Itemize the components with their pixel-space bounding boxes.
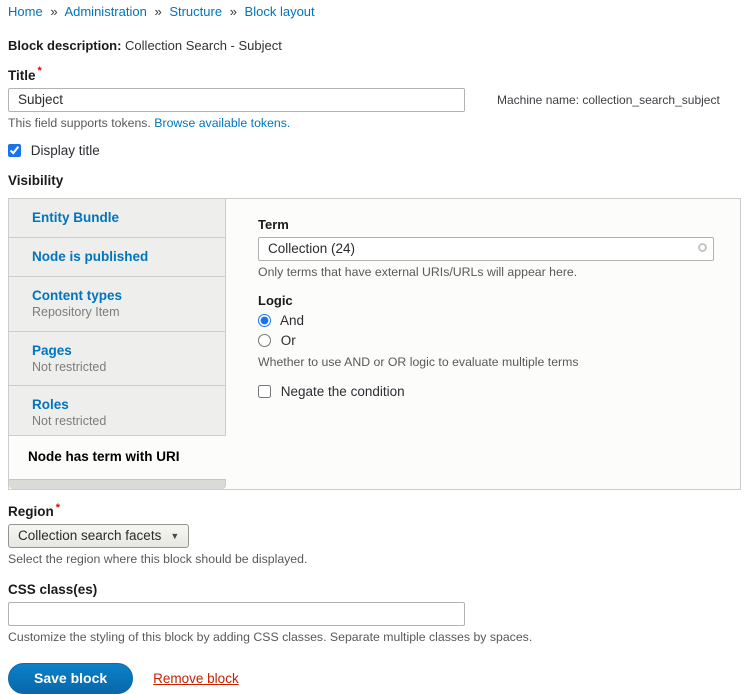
vertical-tabs-menu: Entity Bundle Node is published Content … — [9, 199, 226, 489]
css-classes-group: CSS class(es) Customize the styling of t… — [8, 582, 741, 644]
autocomplete-icon — [698, 243, 707, 252]
term-description: Only terms that have external URIs/URLs … — [258, 265, 714, 279]
region-select[interactable]: Collection search facets ▼ — [8, 524, 189, 548]
tab-summary: Not restricted — [32, 360, 211, 375]
title-input[interactable] — [8, 88, 465, 112]
region-description: Select the region where this block shoul… — [8, 552, 741, 566]
block-configure-page: Home » Administration » Structure » Bloc… — [0, 0, 745, 664]
block-description-value: Collection Search - Subject — [125, 38, 282, 53]
display-title-checkbox[interactable] — [8, 144, 21, 157]
region-select-value: Collection search facets — [18, 528, 161, 543]
required-asterisk: * — [56, 502, 60, 514]
css-classes-input[interactable] — [8, 602, 465, 626]
breadcrumb-separator: » — [230, 4, 237, 19]
visibility-tab-pane: Term Only terms that have external URIs/… — [226, 199, 740, 489]
display-title-label: Display title — [31, 143, 100, 158]
breadcrumb-link-home[interactable]: Home — [8, 4, 43, 19]
breadcrumb-link-structure[interactable]: Structure — [169, 4, 222, 19]
logic-label: Logic — [258, 293, 293, 308]
visibility-vertical-tabs: Entity Bundle Node is published Content … — [8, 198, 741, 490]
block-description-label: Block description: — [8, 38, 121, 53]
tab-content-types[interactable]: Content types Repository Item — [9, 277, 226, 332]
tab-entity-bundle[interactable]: Entity Bundle — [9, 199, 226, 238]
title-description: This field supports tokens. Browse avail… — [8, 116, 741, 130]
logic-or-radio[interactable] — [258, 334, 271, 347]
breadcrumb-separator: » — [50, 4, 57, 19]
region-label: Region* — [8, 504, 60, 519]
negate-condition-checkbox[interactable] — [258, 385, 271, 398]
logic-group: Logic And Or Whether to use AND or OR lo… — [258, 293, 714, 369]
breadcrumb-link-block-layout[interactable]: Block layout — [245, 4, 315, 19]
breadcrumb-separator: » — [154, 4, 161, 19]
chevron-down-icon: ▼ — [170, 531, 179, 541]
css-classes-label: CSS class(es) — [8, 582, 97, 597]
logic-and-radio[interactable] — [258, 314, 271, 327]
term-label: Term — [258, 217, 289, 232]
tabs-menu-spacer — [9, 479, 226, 489]
remove-block-link[interactable]: Remove block — [153, 671, 239, 686]
machine-name: Machine name: collection_search_subject — [497, 93, 720, 107]
css-classes-description: Customize the styling of this block by a… — [8, 630, 741, 644]
tab-pages[interactable]: Pages Not restricted — [9, 332, 226, 386]
save-block-button[interactable]: Save block — [8, 663, 133, 694]
breadcrumb: Home » Administration » Structure » Bloc… — [8, 4, 741, 19]
logic-and-label: And — [280, 313, 304, 328]
term-input[interactable] — [258, 237, 714, 261]
display-title-group: Display title — [8, 143, 741, 158]
tab-summary: Not restricted — [32, 414, 211, 429]
tab-node-is-published[interactable]: Node is published — [9, 238, 226, 277]
breadcrumb-link-administration[interactable]: Administration — [64, 4, 146, 19]
logic-or-label: Or — [281, 333, 296, 348]
block-description: Block description: Collection Search - S… — [8, 38, 741, 53]
region-field-group: Region* Collection search facets ▼ Selec… — [8, 502, 741, 567]
title-field-group: Title* Machine name: collection_search_s… — [8, 65, 741, 130]
negate-group: Negate the condition — [258, 384, 714, 399]
tab-node-has-term-with-uri[interactable]: Node has term with URI — [9, 436, 226, 479]
tab-roles[interactable]: Roles Not restricted — [9, 386, 226, 436]
browse-tokens-link[interactable]: Browse available tokens. — [154, 116, 290, 130]
form-actions: Save block Remove block — [8, 663, 741, 694]
tab-summary: Repository Item — [32, 305, 211, 320]
required-asterisk: * — [38, 65, 42, 77]
title-label: Title* — [8, 68, 42, 83]
negate-condition-label: Negate the condition — [281, 384, 405, 399]
logic-description: Whether to use AND or OR logic to evalua… — [258, 355, 714, 369]
visibility-heading: Visibility — [8, 173, 741, 188]
